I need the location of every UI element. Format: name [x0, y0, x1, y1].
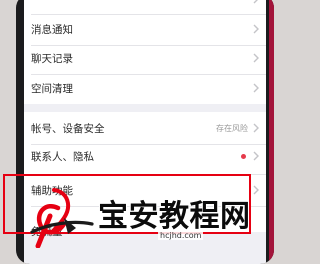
row-label: 聊天记录 [31, 53, 73, 65]
chevron-right-icon [253, 185, 259, 195]
row-label: 空间清理 [31, 83, 73, 95]
row-label: 帐号、设备安全 [31, 123, 105, 135]
chevron-right-icon [253, 0, 258, 4]
chevron-right-icon [253, 123, 259, 133]
chevron-right-icon [253, 53, 259, 63]
settings-row-contacts-privacy[interactable]: 联系人、隐私 [24, 142, 266, 172]
watermark-title: 宝安教程网 [98, 199, 251, 234]
settings-group-general: 消息通知 聊天记录 空间清理 [24, 0, 266, 104]
watermark-logo-icon [30, 188, 94, 248]
watermark-url: hcjhd.com [158, 231, 204, 240]
settings-row-notifications[interactable]: 消息通知 [24, 15, 266, 45]
row-label: 联系人、隐私 [31, 151, 94, 163]
row-label: 消息通知 [31, 24, 73, 36]
settings-row-top-partial[interactable] [24, 0, 266, 15]
settings-row-chat-history[interactable]: 聊天记录 [24, 44, 266, 74]
chevron-right-icon [253, 24, 259, 34]
settings-row-account-security[interactable]: 帐号、设备安全 存在风险 [24, 114, 266, 144]
phone-side-edge [269, 0, 274, 264]
risk-status-text: 存在风险 [216, 124, 248, 133]
chevron-right-icon [253, 151, 259, 161]
settings-row-storage[interactable]: 空间清理 [24, 74, 266, 104]
chevron-right-icon [253, 83, 259, 93]
notification-dot-badge [241, 154, 246, 159]
